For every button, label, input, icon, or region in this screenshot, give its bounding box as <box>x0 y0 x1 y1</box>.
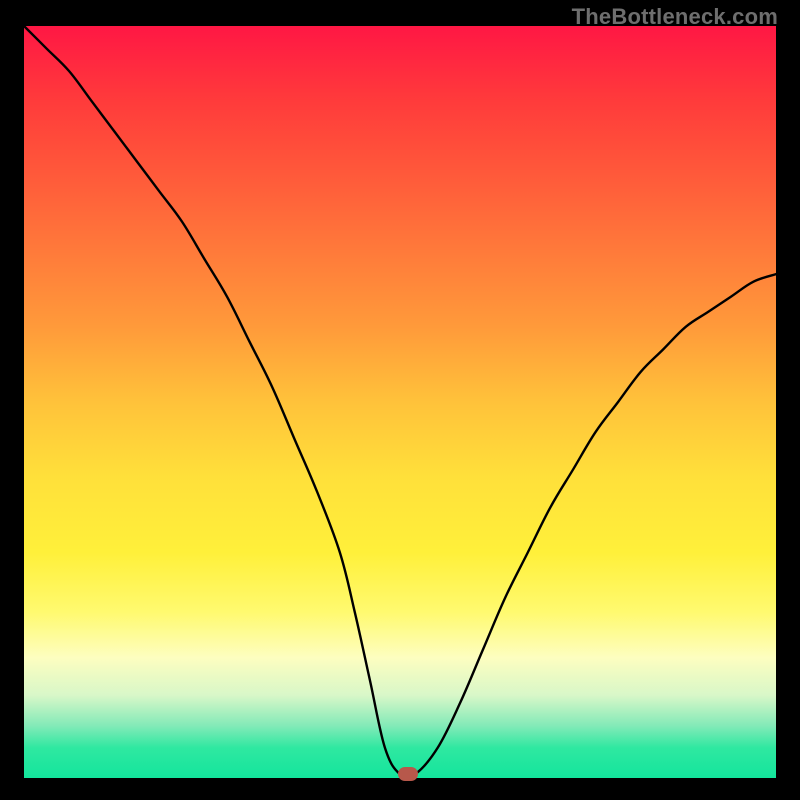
plot-area <box>24 26 776 778</box>
minimum-marker <box>398 767 418 781</box>
chart-frame: TheBottleneck.com <box>0 0 800 800</box>
bottleneck-curve <box>24 26 776 778</box>
